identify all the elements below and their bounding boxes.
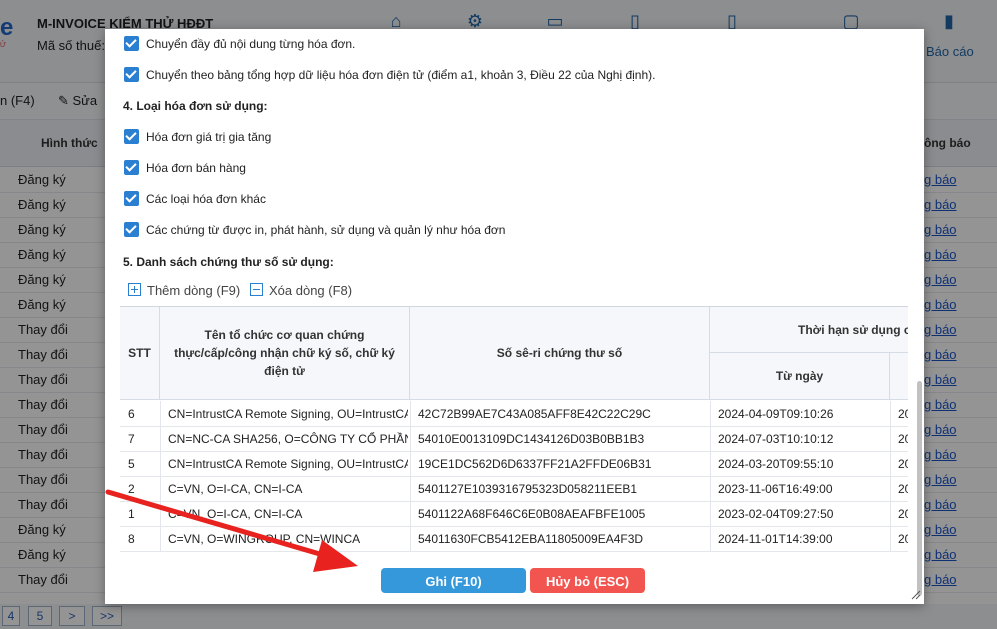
column-divider [890, 476, 891, 501]
delete-row-button[interactable]: Xóa dòng (F8) [250, 283, 352, 298]
cell-from-date: 2024-07-03T10:10:12 [718, 432, 834, 446]
certificate-row[interactable]: 5 CN=IntrustCA Remote Signing, OU=Intrust… [120, 451, 908, 477]
cell-to-date: 20 [898, 532, 908, 546]
column-divider [710, 501, 711, 526]
cell-from-date: 2024-04-09T09:10:26 [718, 407, 834, 421]
cell-organization: CN=NC-CA SHA256, O=CÔNG TY CỔ PHẦN [168, 432, 408, 446]
cell-from-date: 2023-11-06T16:49:00 [718, 482, 833, 496]
certificate-row[interactable]: 8 C=VN, O=WINGROUP, CN=WINCA 54011630FCB54… [120, 526, 908, 552]
column-divider [710, 451, 711, 476]
checkbox-vat-invoice[interactable] [124, 129, 139, 144]
cell-serial: 54010E0013109DC1434126D03B0BB1B3 [418, 432, 645, 446]
certificate-row[interactable]: 7 CN=NC-CA SHA256, O=CÔNG TY CỔ PHẦN 54010… [120, 426, 908, 452]
cell-to-date: 20 [898, 507, 908, 521]
resize-grip-icon[interactable] [911, 590, 921, 600]
certificate-grid: STT Tên tổ chức cơ quan chứng thực/cấp/c… [120, 306, 908, 561]
cell-stt: 5 [128, 457, 135, 471]
cell-serial: 42C72B99AE7C43A085AFF8E42C22C29C [418, 407, 651, 421]
column-divider [160, 526, 161, 551]
certificate-row[interactable]: 1 C=VN, O=I-CA, CN=I-CA 5401122A68F646C6E0… [120, 501, 908, 527]
column-divider [160, 401, 161, 426]
column-divider [160, 426, 161, 451]
cell-to-date: 20 [898, 432, 908, 446]
column-header-from-date: Từ ngày [710, 353, 890, 400]
cell-serial: 19CE1DC562D6D6337FF21A2FFDE06B31 [418, 457, 652, 471]
column-header-stt: STT [120, 307, 160, 400]
column-divider [160, 476, 161, 501]
minus-icon [250, 283, 263, 296]
cell-stt: 8 [128, 532, 135, 546]
save-button[interactable]: Ghi (F10) [381, 568, 526, 593]
column-divider [710, 526, 711, 551]
sales-invoice-label: Hóa đơn bán hàng [146, 161, 246, 175]
column-divider [410, 426, 411, 451]
checkbox-documents-as-invoice[interactable] [124, 222, 139, 237]
certificate-row[interactable]: 6 CN=IntrustCA Remote Signing, OU=Intrust… [120, 401, 908, 427]
column-divider [710, 426, 711, 451]
column-header-validity: Thời hạn sử dụng c [710, 307, 908, 353]
full-content-label: Chuyển đầy đủ nội dung từng hóa đơn. [146, 37, 356, 51]
column-divider [160, 451, 161, 476]
cell-stt: 7 [128, 432, 135, 446]
column-header-to-date [890, 353, 908, 400]
column-divider [710, 476, 711, 501]
section-certificates-title: 5. Danh sách chứng thư số sử dụng: [123, 255, 334, 269]
delete-row-label: Xóa dòng (F8) [269, 283, 353, 298]
other-invoices-label: Các loại hóa đơn khác [146, 192, 266, 206]
cell-organization: CN=IntrustCA Remote Signing, OU=IntrustC… [168, 457, 408, 471]
column-divider [160, 501, 161, 526]
checkbox-sales-invoice[interactable] [124, 160, 139, 175]
column-divider [710, 401, 711, 426]
column-divider [890, 401, 891, 426]
column-divider [410, 501, 411, 526]
add-row-button[interactable]: Thêm dòng (F9) [128, 283, 240, 298]
column-divider [890, 526, 891, 551]
registration-dialog: Chuyển đầy đủ nội dung từng hóa đơn. Chu… [105, 29, 924, 604]
cell-serial: 5401122A68F646C6E0B08AEAFBFE1005 [418, 507, 646, 521]
cell-from-date: 2024-03-20T09:55:10 [718, 457, 834, 471]
summary-table-label: Chuyển theo bảng tổng hợp dữ liệu hóa đơ… [146, 68, 656, 82]
documents-as-invoice-label: Các chứng từ được in, phát hành, sử dụng… [146, 223, 506, 237]
cancel-button[interactable]: Hủy bỏ (ESC) [530, 568, 645, 593]
cell-stt: 1 [128, 507, 135, 521]
column-divider [410, 401, 411, 426]
column-divider [890, 451, 891, 476]
cell-organization: C=VN, O=I-CA, CN=I-CA [168, 482, 303, 496]
checkbox-summary-table[interactable] [124, 67, 139, 82]
cell-from-date: 2023-02-04T09:27:50 [718, 507, 834, 521]
dialog-scrollbar-thumb[interactable] [917, 381, 922, 596]
column-divider [410, 476, 411, 501]
cell-stt: 6 [128, 407, 135, 421]
checkbox-full-content[interactable] [124, 36, 139, 51]
certificate-row[interactable]: 2 C=VN, O=I-CA, CN=I-CA 5401127E1039316795… [120, 476, 908, 502]
column-divider [410, 526, 411, 551]
column-header-serial: Số sê-ri chứng thư số [410, 307, 710, 400]
cell-to-date: 20 [898, 482, 908, 496]
column-divider [890, 501, 891, 526]
cell-organization: CN=IntrustCA Remote Signing, OU=IntrustC… [168, 407, 408, 421]
checkbox-other-invoices[interactable] [124, 191, 139, 206]
cell-to-date: 20 [898, 457, 908, 471]
column-divider [890, 426, 891, 451]
cell-organization: C=VN, O=I-CA, CN=I-CA [168, 507, 303, 521]
cell-serial: 54011630FCB5412EBA11805009EA4F3D [418, 532, 644, 546]
add-row-label: Thêm dòng (F9) [147, 283, 241, 298]
cell-from-date: 2024-11-01T14:39:00 [718, 532, 833, 546]
column-header-organization: Tên tổ chức cơ quan chứng thực/cấp/công … [160, 307, 410, 400]
cell-stt: 2 [128, 482, 135, 496]
vat-invoice-label: Hóa đơn giá trị gia tăng [146, 130, 272, 144]
column-divider [410, 451, 411, 476]
cell-serial: 5401127E1039316795323D058211EEB1 [418, 482, 638, 496]
cell-to-date: 20 [898, 407, 908, 421]
cell-organization: C=VN, O=WINGROUP, CN=WINCA [168, 532, 361, 546]
section-invoice-types-title: 4. Loại hóa đơn sử dụng: [123, 99, 268, 113]
plus-icon [128, 283, 141, 296]
